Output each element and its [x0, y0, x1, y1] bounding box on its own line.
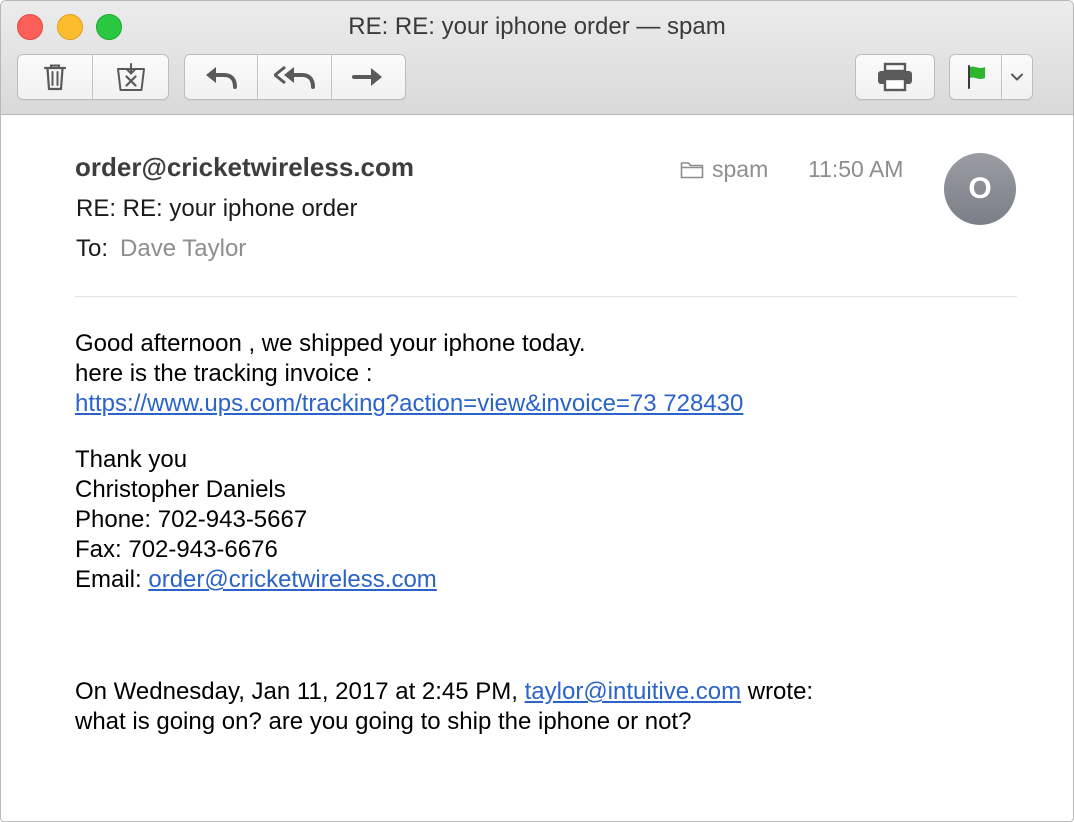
header-divider: [75, 296, 1017, 297]
chevron-down-icon: [1011, 73, 1023, 81]
body-line: Good afternoon , we shipped your iphone …: [75, 330, 586, 357]
printer-icon: [878, 62, 912, 92]
message-subject: RE: RE: your iphone order: [76, 195, 358, 222]
quote-suffix: wrote:: [747, 678, 814, 705]
quote-prefix: On Wednesday, Jan 11, 2017 at 2:45 PM,: [75, 678, 518, 705]
signature-email-link[interactable]: order@cricketwireless.com: [148, 566, 436, 593]
mail-window: RE: RE: your iphone order — spam order@c…: [0, 0, 1074, 822]
reply-icon: [206, 67, 238, 89]
flag-button[interactable]: [950, 55, 1002, 99]
folder-icon: [680, 162, 704, 179]
mailbox-indicator[interactable]: spam: [680, 156, 768, 183]
flag-menu-button[interactable]: [1002, 55, 1032, 99]
mailbox-name: spam: [712, 156, 769, 182]
print-button[interactable]: [856, 55, 934, 99]
quote-attribution: On Wednesday, Jan 11, 2017 at 2:45 PM, t…: [75, 677, 813, 707]
signature-fax: Fax: 702-943-6676: [75, 536, 278, 563]
delete-button-group: [17, 54, 169, 100]
window-title: RE: RE: your iphone order — spam: [348, 13, 726, 40]
forward-button[interactable]: [332, 55, 405, 99]
signoff-text: Thank you: [75, 446, 188, 473]
toolbar: RE: RE: your iphone order — spam: [1, 1, 1073, 115]
sender-address[interactable]: order@cricketwireless.com: [75, 152, 414, 183]
reply-button-group: [184, 54, 406, 100]
signature-phone: Phone: 702-943-5667: [75, 506, 308, 533]
reply-all-button[interactable]: [258, 55, 332, 99]
recipient-row: To: Dave Taylor: [76, 235, 246, 263]
email-label: Email:: [75, 566, 142, 593]
quoted-text: what is going on? are you going to ship …: [75, 708, 692, 735]
quoted-sender-link[interactable]: taylor@intuitive.com: [525, 678, 741, 705]
forward-icon: [352, 68, 383, 86]
junk-icon: [116, 63, 145, 91]
flag-button-group: [949, 54, 1033, 100]
flag-icon: [967, 65, 985, 89]
message-body: Good afternoon , we shipped your iphone …: [75, 329, 813, 737]
junk-button[interactable]: [93, 55, 168, 99]
tracking-link[interactable]: https://www.ups.com/tracking?action=view…: [75, 390, 743, 417]
reply-button[interactable]: [185, 55, 259, 99]
reply-all-icon: [273, 65, 315, 89]
signature-email-line: Email: order@cricketwireless.com: [75, 565, 813, 595]
sender-avatar[interactable]: O: [944, 153, 1016, 225]
delete-button[interactable]: [18, 55, 93, 99]
trash-icon: [43, 64, 67, 91]
print-button-group: [855, 54, 935, 100]
recipient-name[interactable]: Dave Taylor: [120, 235, 246, 262]
message-time: 11:50 AM: [808, 156, 904, 182]
body-line: here is the tracking invoice :: [75, 360, 373, 387]
signature-name: Christopher Daniels: [75, 476, 286, 503]
to-label: To:: [76, 235, 109, 262]
